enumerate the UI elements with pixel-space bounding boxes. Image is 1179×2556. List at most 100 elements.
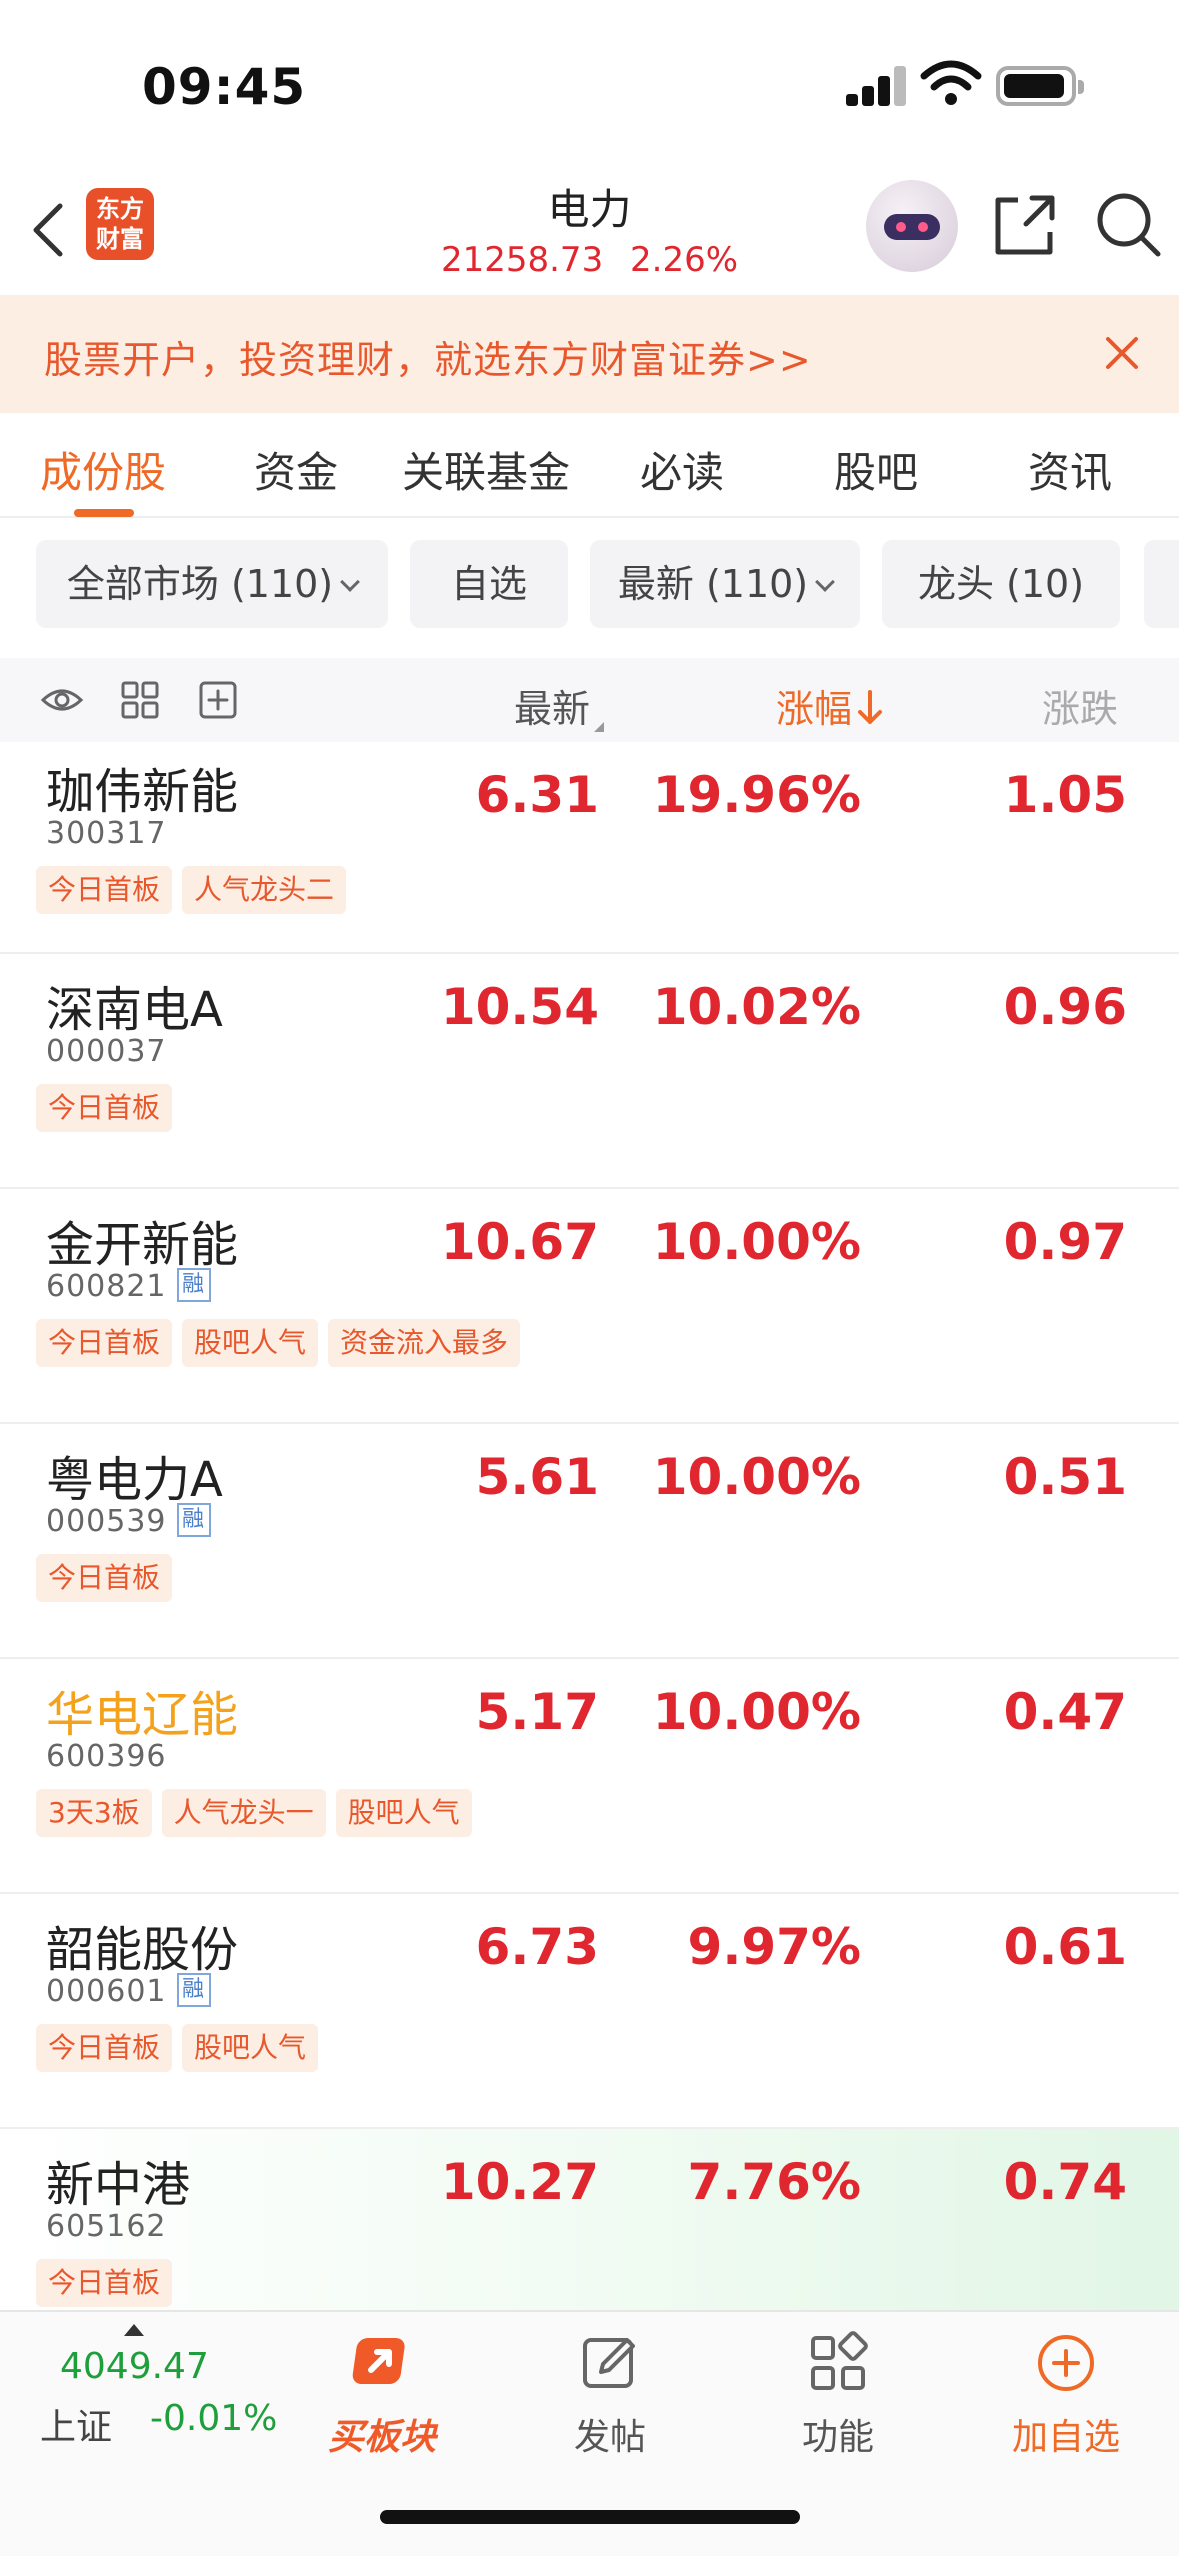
column-pct-change[interactable]: 涨幅 <box>776 678 884 733</box>
stock-price: 5.61 <box>475 1448 599 1506</box>
stock-price: 5.17 <box>475 1683 599 1741</box>
filter-chips: 全部市场 (110) 自选 最新 (110) 龙头 (10) <box>0 518 1179 658</box>
nav-add-watchlist[interactable]: 加自选 <box>996 2330 1136 2460</box>
stock-name: 粤电力A <box>46 1452 223 1508</box>
filter-watchlist-label: 自选 <box>450 562 527 606</box>
stock-row[interactable]: 珈伟新能 300317 6.31 19.96% 1.05 今日首板 人气龙头二 <box>0 742 1179 954</box>
stock-tag: 人气龙头一 <box>161 1789 326 1837</box>
stock-change: 0.47 <box>1003 1683 1127 1741</box>
tab-related-funds[interactable]: 关联基金 <box>402 439 570 500</box>
stock-pct-change: 10.00% <box>652 1213 861 1271</box>
stock-change: 0.51 <box>1003 1448 1127 1506</box>
share-icon[interactable] <box>990 190 1060 260</box>
filter-latest-dropdown[interactable]: 最新 (110) <box>590 540 860 628</box>
stock-tag: 今日首板 <box>36 2024 173 2072</box>
stock-change: 0.96 <box>1003 978 1127 1036</box>
stock-pct-change: 10.02% <box>652 978 861 1036</box>
assistant-robot-icon[interactable] <box>866 180 958 272</box>
buy-sector-icon <box>352 2338 405 2384</box>
stock-change: 0.74 <box>1003 2153 1127 2211</box>
filter-latest-label: 最新 (110) <box>617 562 809 606</box>
stock-tag: 人气龙头二 <box>182 866 347 914</box>
stock-pct-change: 10.00% <box>652 1448 861 1506</box>
stock-row[interactable]: 新中港 605162 10.27 7.76% 0.74 今日首板 <box>0 2129 1179 2310</box>
tab-forum[interactable]: 股吧 <box>834 439 918 500</box>
home-indicator <box>380 2510 800 2524</box>
eye-icon[interactable] <box>40 678 84 722</box>
stock-code: 000601 <box>46 1974 167 2009</box>
tab-constituents[interactable]: 成份股 <box>40 439 166 500</box>
column-price[interactable]: 最新 <box>514 678 605 733</box>
market-index-name[interactable]: 上证 <box>40 2398 112 2450</box>
stock-change: 0.61 <box>1003 1918 1127 1976</box>
filter-leaders[interactable]: 龙头 (10) <box>882 540 1120 628</box>
promo-banner-text[interactable]: 股票开户，投资理财，就选东方财富证券>> <box>44 329 812 384</box>
battery-icon <box>996 66 1084 106</box>
stock-tags: 今日首板 <box>36 1554 182 1602</box>
stock-tags: 今日首板 股吧人气 <box>36 2024 328 2072</box>
tab-news[interactable]: 资讯 <box>1028 439 1112 500</box>
expand-caret-icon[interactable] <box>124 2324 144 2336</box>
nav-buy-sector-label: 买板块 <box>327 2417 436 2458</box>
sector-index-value: 21258.73 <box>440 240 604 280</box>
stock-code: 605162 <box>46 2209 167 2244</box>
stock-row[interactable]: 华电辽能 600396 5.17 10.00% 0.47 3天3板 人气龙头一 股吧… <box>0 1659 1179 1894</box>
stock-tags: 今日首板 <box>36 2259 182 2307</box>
stock-tag: 今日首板 <box>36 2259 173 2307</box>
nav-add-watchlist-label: 加自选 <box>1011 2417 1120 2458</box>
margin-trading-badge: 融 <box>176 1502 211 1537</box>
nav-functions-label: 功能 <box>801 2417 874 2458</box>
chevron-down-icon <box>815 572 836 592</box>
stock-tag: 今日首板 <box>36 1319 173 1367</box>
stock-row[interactable]: 金开新能 600821 融 10.67 10.00% 0.97 今日首板 股吧人气资… <box>0 1189 1179 1424</box>
nav-buy-sector[interactable]: 买板块 <box>312 2330 452 2460</box>
status-time: 09:45 <box>142 58 307 116</box>
stock-tags: 今日首板 股吧人气 资金流入最多 <box>36 1319 530 1367</box>
stock-row[interactable]: 韶能股份 000601 融 6.73 9.97% 0.61 今日首板 股吧人气 <box>0 1894 1179 2129</box>
grid-view-icon[interactable] <box>118 678 162 722</box>
stock-tag: 3天3板 <box>36 1789 152 1837</box>
margin-trading-badge: 融 <box>176 1972 211 2007</box>
stock-code-wrap: 000539 融 <box>46 1502 211 1540</box>
compose-icon <box>583 2338 635 2388</box>
stock-name: 华电辽能 <box>46 1687 239 1743</box>
column-price-label: 最新 <box>514 687 591 731</box>
column-pct-label: 涨幅 <box>776 687 853 731</box>
sort-down-arrow-icon <box>858 690 883 724</box>
cellular-signal-icon <box>846 66 908 106</box>
wifi-icon <box>920 60 982 105</box>
filter-more-chip[interactable] <box>1144 540 1179 628</box>
nav-functions[interactable]: 功能 <box>768 2330 908 2460</box>
stock-row[interactable]: 深南电A 000037 10.54 10.02% 0.96 今日首板 <box>0 954 1179 1189</box>
add-square-icon[interactable] <box>196 678 240 722</box>
add-circle-icon <box>1038 2335 1094 2391</box>
sort-indicator-icon <box>594 722 605 732</box>
tab-bar: 成份股 资金 关联基金 必读 股吧 资讯 <box>0 413 1179 518</box>
market-index-value[interactable]: 4049.47 <box>60 2346 209 2387</box>
stock-tags: 3天3板 人气龙头一 股吧人气 <box>36 1789 482 1837</box>
filter-market-dropdown[interactable]: 全部市场 (110) <box>36 540 388 628</box>
stock-row[interactable]: 粤电力A 000539 融 5.61 10.00% 0.51 今日首板 <box>0 1424 1179 1659</box>
column-change[interactable]: 涨跌 <box>1042 678 1118 733</box>
stock-price: 6.31 <box>475 766 599 824</box>
stock-tags: 今日首板 <box>36 1084 182 1132</box>
stock-code-wrap: 600821 融 <box>46 1267 211 1305</box>
stock-price: 6.73 <box>475 1918 599 1976</box>
stock-tag: 股吧人气 <box>182 1319 319 1367</box>
stock-name: 珈伟新能 <box>46 764 239 820</box>
close-icon[interactable] <box>1094 325 1150 381</box>
stock-change: 1.05 <box>1003 766 1127 824</box>
stock-change: 0.97 <box>1003 1213 1127 1271</box>
stock-name: 新中港 <box>46 2157 191 2213</box>
tab-funds-flow[interactable]: 资金 <box>254 439 338 500</box>
margin-trading-badge: 融 <box>176 1267 211 1302</box>
filter-watchlist[interactable]: 自选 <box>410 540 568 628</box>
nav-compose[interactable]: 发帖 <box>540 2330 680 2460</box>
market-index-change[interactable]: -0.01% <box>150 2398 277 2439</box>
promo-banner[interactable]: 股票开户，投资理财，就选东方财富证券>> <box>0 295 1179 413</box>
stock-pct-change: 9.97% <box>687 1918 861 1976</box>
stock-tags: 今日首板 人气龙头二 <box>36 866 356 914</box>
tab-must-read[interactable]: 必读 <box>640 439 724 500</box>
stock-tag: 今日首板 <box>36 1084 173 1132</box>
search-icon[interactable] <box>1094 190 1164 260</box>
